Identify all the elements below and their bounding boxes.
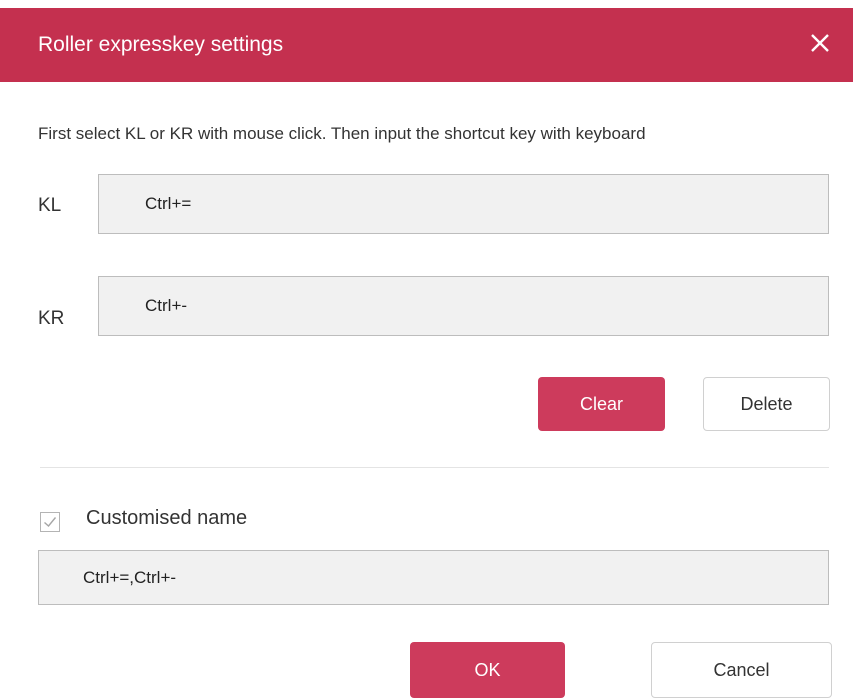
cancel-button[interactable]: Cancel [651,642,832,698]
kr-label: KR [38,308,65,329]
close-button[interactable] [805,28,835,58]
kl-label: KL [38,195,62,216]
customised-name-field[interactable]: Ctrl+=,Ctrl+- [38,550,829,605]
instruction-text: First select KL or KR with mouse click. … [38,124,646,143]
clear-button[interactable]: Clear [538,377,665,431]
ok-button[interactable]: OK [410,642,565,698]
kl-shortcut-field[interactable]: Ctrl+= [98,174,829,234]
dialog-title: Roller expresskey settings [38,33,284,56]
section-divider [40,467,829,468]
customised-name-checkbox[interactable] [40,512,60,532]
checkmark-icon [44,517,57,528]
kr-shortcut-field[interactable]: Ctrl+- [98,276,829,336]
delete-button[interactable]: Delete [703,377,830,431]
dialog-title-bar: Roller expresskey settings [0,8,853,82]
close-icon [811,34,829,52]
customised-name-label: Customised name [86,507,248,529]
